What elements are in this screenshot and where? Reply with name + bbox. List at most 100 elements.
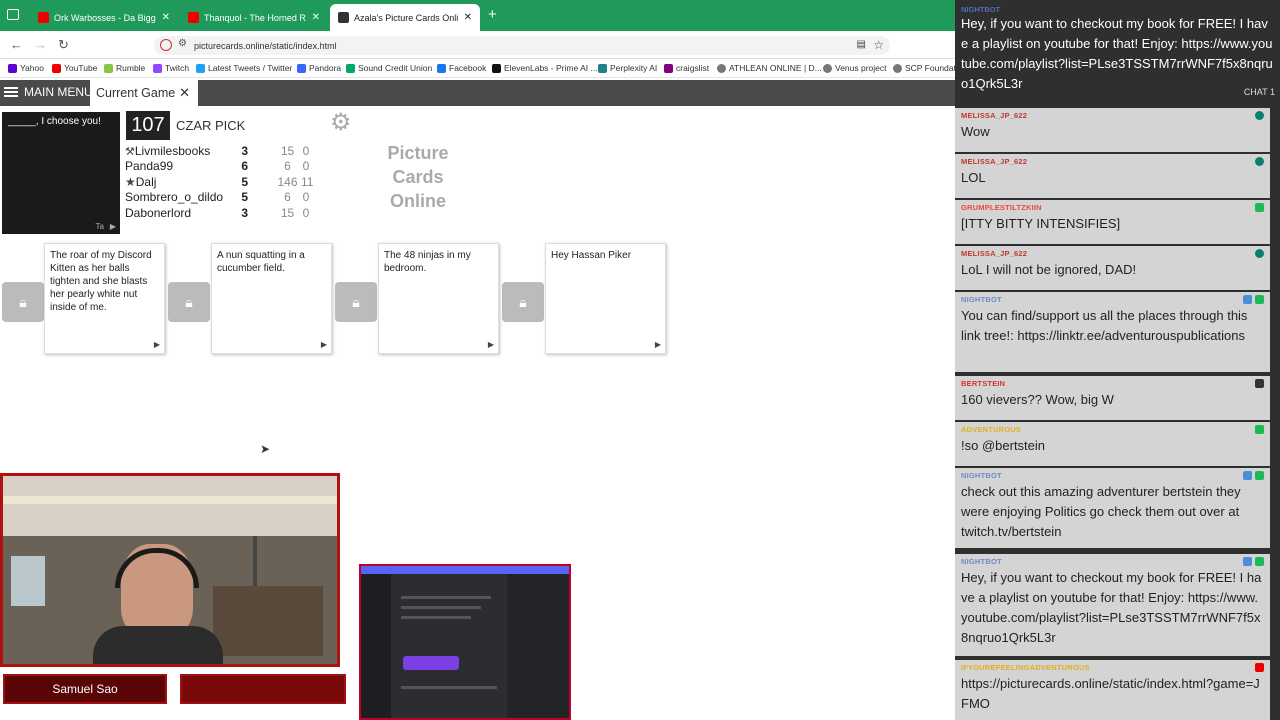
back-icon[interactable]: ← <box>10 37 23 52</box>
settings-gear-icon[interactable]: ⚙ <box>330 108 352 137</box>
rumble-icon <box>104 63 113 73</box>
youtube-icon <box>38 12 49 23</box>
twitter-icon <box>196 63 205 73</box>
player-row: ⚒Livmilesbooks 3 15 0 <box>125 144 325 159</box>
forward-icon[interactable]: → <box>34 37 47 52</box>
reader-mode-icon[interactable]: ▤ <box>857 39 866 50</box>
bookmark-item[interactable]: Venus project <box>823 63 887 73</box>
white-card[interactable]: A nun squatting in a cucumber field. ▶ <box>211 243 332 354</box>
lock-button[interactable]: 🔒︎ <box>502 282 544 322</box>
tab-overview-icon[interactable] <box>7 9 19 20</box>
bookmark-item[interactable]: YouTube <box>52 63 97 73</box>
reload-icon[interactable]: ↻ <box>58 37 69 53</box>
bookmark-item[interactable]: ATHLEAN ONLINE | D... <box>717 63 822 73</box>
close-icon[interactable]: ✕ <box>179 85 190 101</box>
mouse-cursor-icon: ➤ <box>260 442 271 456</box>
browser-tab-3[interactable]: Azala's Picture Cards Online ✕ <box>330 4 480 31</box>
edit-badge-icon <box>1255 471 1264 480</box>
player-row: Panda99 6 6 0 <box>125 159 325 174</box>
pandora-icon <box>297 63 306 73</box>
bookmark-item[interactable]: Rumble <box>104 63 145 73</box>
twitch-icon <box>153 63 162 73</box>
main-menu-label: MAIN MENU <box>24 85 93 99</box>
tab-current-game[interactable]: Current Game ✕ <box>90 80 198 106</box>
shirt-shape <box>93 626 223 664</box>
close-tab-icon[interactable]: ✕ <box>312 12 320 23</box>
chat-username: NIGHTBOT <box>961 5 1001 14</box>
black-card: _____, I choose you! Ta ▶ <box>2 112 120 234</box>
chat-username: MELISSA_JP_622 <box>961 157 1028 166</box>
card-arrow-icon: ▶ <box>320 340 327 349</box>
status-badge-icon <box>1255 157 1264 166</box>
chat-username: GRUMPLESTILTZKIIN <box>961 203 1042 212</box>
player-stat: 15 <box>280 144 295 158</box>
browser-tab-1[interactable]: Ork Warbosses - Da Biggest, Be ✕ <box>30 4 178 31</box>
no-audio-badge-icon <box>1255 379 1264 388</box>
chat-label: CHAT 1 <box>1243 87 1275 97</box>
tab-title: Thanquol - The Horned Rat's Fa <box>204 12 306 23</box>
white-card[interactable]: The 48 ninjas in my bedroom. ▶ <box>378 243 499 354</box>
card-arrow-icon: ▶ <box>109 222 116 231</box>
chat-text: !so @bertstein <box>961 438 1046 453</box>
lock-icon: 🔒︎ <box>352 293 360 310</box>
bookmark-item[interactable]: Yahoo <box>8 63 44 73</box>
card-arrow-icon: ▶ <box>153 340 160 349</box>
close-tab-icon[interactable]: ✕ <box>162 12 170 23</box>
chat-text: Wow <box>961 124 990 139</box>
card-arrow-icon: ▶ <box>654 340 661 349</box>
chat-text: check out this amazing adventurer bertst… <box>961 484 1241 539</box>
lock-button[interactable]: 🔒︎ <box>168 282 210 322</box>
card-arrow-icon: ▶ <box>487 340 494 349</box>
craigslist-icon <box>664 63 673 73</box>
edit-badge-icon <box>1255 425 1264 434</box>
page-icon <box>338 12 349 23</box>
streamer-name-plate: Samuel Sao <box>3 674 167 704</box>
white-card[interactable]: Hey Hassan Piker ▶ <box>545 243 666 354</box>
browser-tab-2[interactable]: Thanquol - The Horned Rat's Fa ✕ <box>180 4 328 31</box>
player-points: 5 <box>241 190 248 204</box>
address-bar[interactable]: ⚙ picturecards.online/static/index.html … <box>154 36 890 55</box>
bookmark-item[interactable]: Twitch <box>153 63 189 73</box>
chat-text: 160 vievers?? Wow, big W <box>961 392 1114 407</box>
tune-icon[interactable]: ⚙ <box>178 38 187 49</box>
game-logo: Picture Cards Online <box>387 143 449 211</box>
bookmark-item[interactable]: Pandora <box>297 63 341 73</box>
url-text: picturecards.online/static/index.html <box>194 40 337 51</box>
lock-button[interactable]: 🔒︎ <box>2 282 44 322</box>
close-tab-icon[interactable]: ✕ <box>464 12 472 23</box>
main-menu-button[interactable]: MAIN MENU <box>4 85 93 99</box>
info-icon[interactable] <box>160 39 172 51</box>
chat-text: You can find/support us all the places t… <box>961 308 1248 343</box>
bookmark-item[interactable]: Sound Credit Union <box>346 63 432 73</box>
lock-button[interactable]: 🔒︎ <box>335 282 377 322</box>
chat-username: ADVENTUROUS <box>961 425 1022 434</box>
bookmark-item[interactable]: SCP Foundatio <box>893 63 963 73</box>
bookmark-item[interactable]: craigslist <box>664 63 709 73</box>
tab-title: Ork Warbosses - Da Biggest, Be <box>54 12 156 23</box>
lock-icon: 🔒︎ <box>19 293 27 310</box>
new-tab-button[interactable]: + <box>488 6 497 23</box>
player-name: Dalj <box>135 175 157 189</box>
bookmark-item[interactable]: Facebook <box>437 63 486 73</box>
chat-message: NIGHTBOT You can find/support us all the… <box>955 292 1270 372</box>
youtube-badge-icon <box>1255 663 1264 672</box>
player-stat: 15 <box>280 206 295 220</box>
chat-text: https://picturecards.online/static/index… <box>961 676 1260 711</box>
chat-username: IFYOUREFEELINGADVENTUROUS <box>961 663 1090 672</box>
tab-title: Azala's Picture Cards Online <box>354 12 458 23</box>
player-stat: 0 <box>302 190 310 204</box>
youtube-icon <box>188 12 199 23</box>
bookmark-item[interactable]: Perplexity AI <box>598 63 657 73</box>
player-row: ★Dalj 5 146 11 <box>125 175 325 190</box>
overlay-plate <box>180 674 346 704</box>
bookmark-item[interactable]: Latest Tweets / Twitter <box>196 63 292 73</box>
bookmark-star-icon[interactable]: ☆ <box>873 38 884 52</box>
bookmark-item[interactable]: ElevenLabs - Prime AI ... <box>492 63 598 73</box>
chat-message: IFYOUREFEELINGADVENTUROUS https://pictur… <box>955 660 1270 720</box>
chat-username: NIGHTBOT <box>961 295 1002 304</box>
chat-message: NIGHTBOT Hey, if you want to checkout my… <box>955 554 1270 656</box>
player-points: 3 <box>241 206 248 220</box>
globe-icon <box>717 63 726 73</box>
player-stat: 0 <box>302 144 310 158</box>
white-card[interactable]: The roar of my Discord Kitten as her bal… <box>44 243 165 354</box>
